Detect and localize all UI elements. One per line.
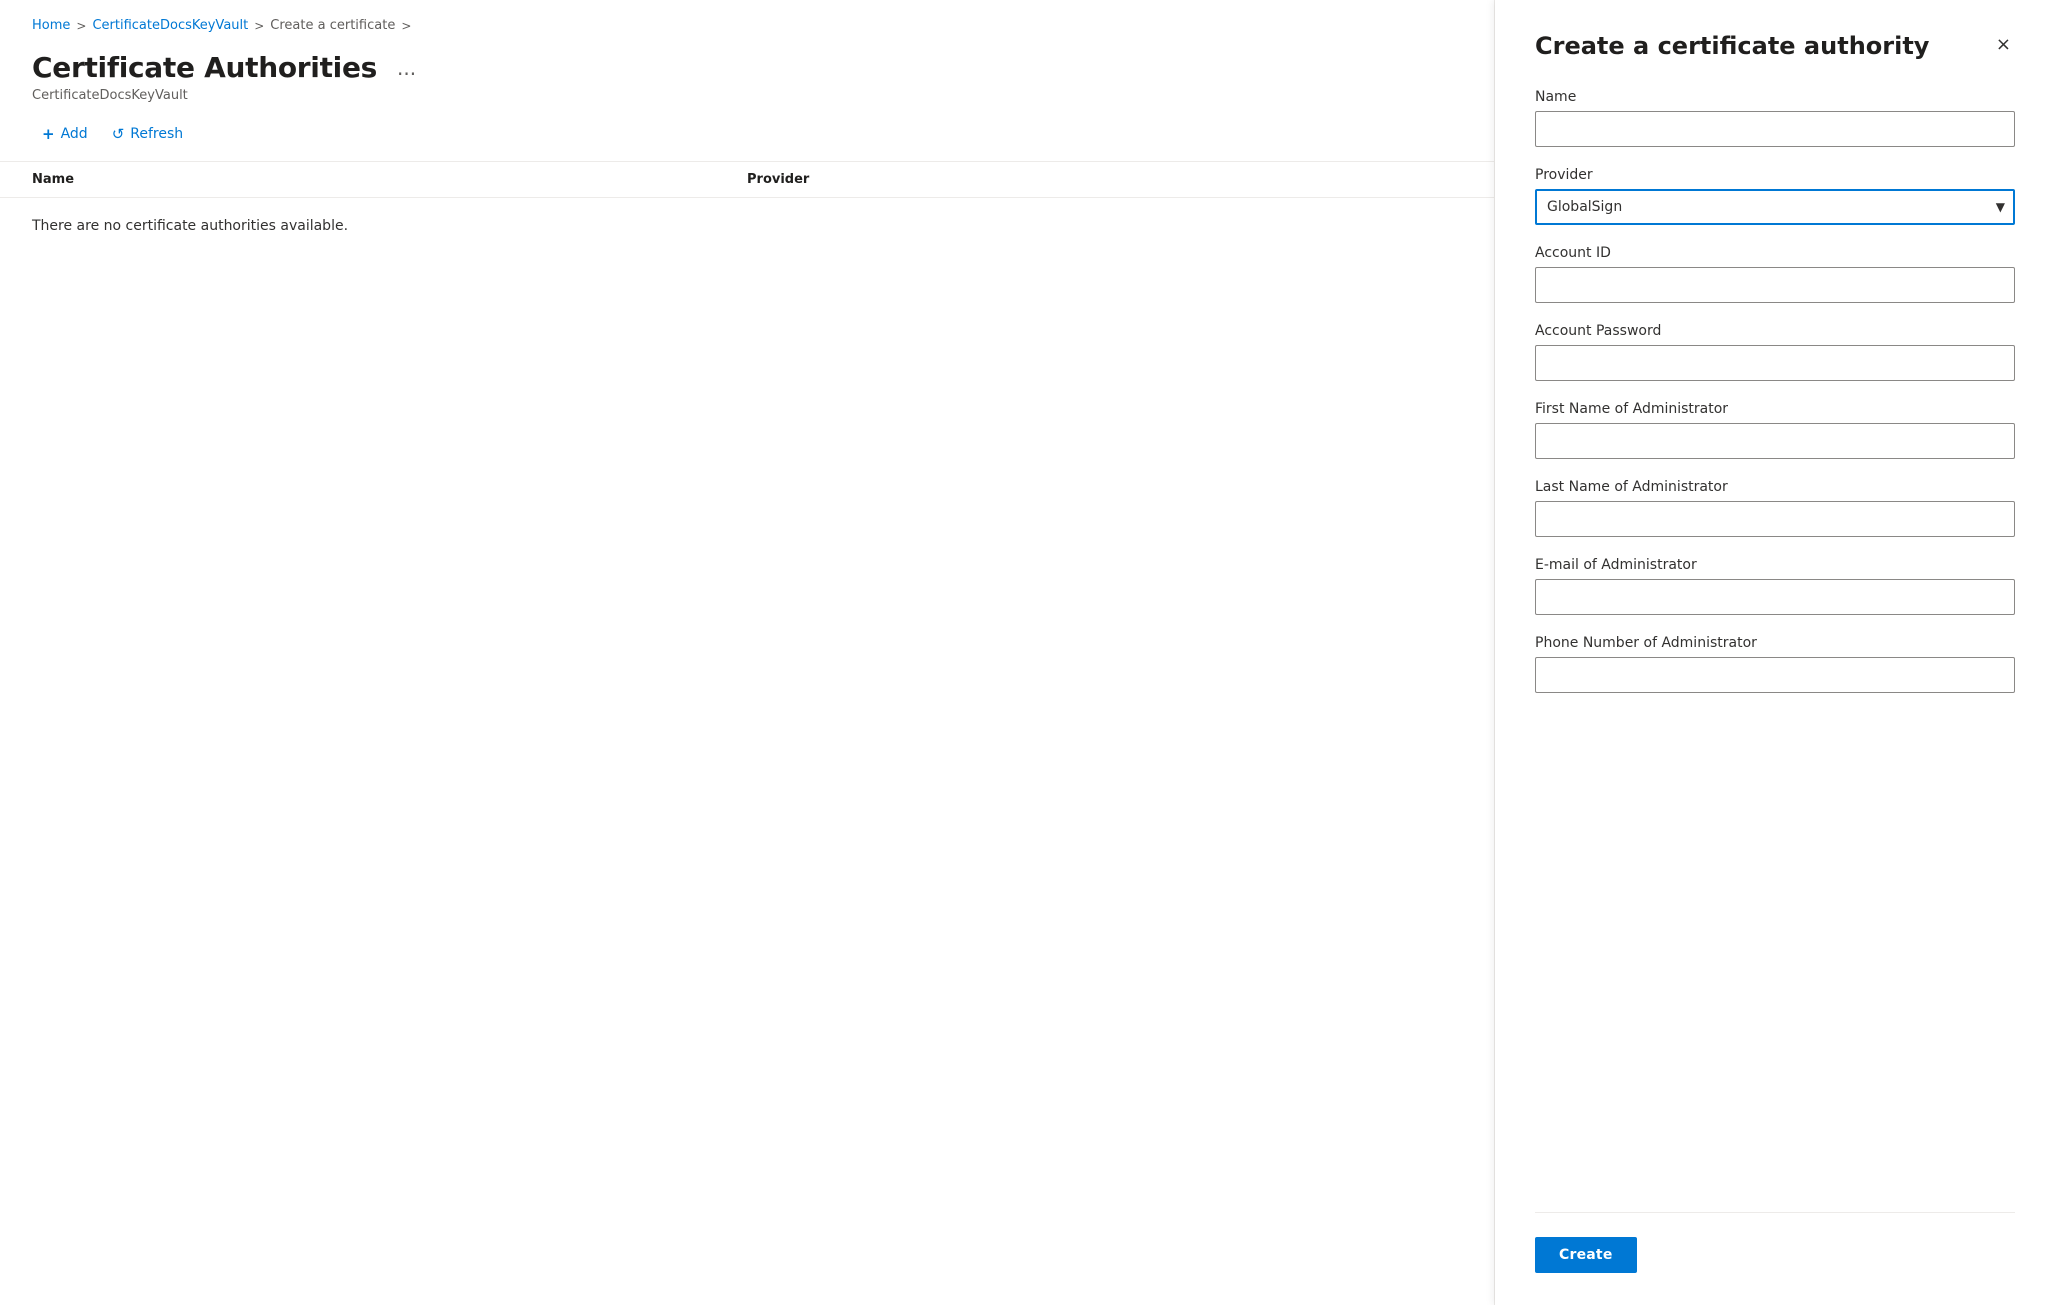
first-name-label: First Name of Administrator <box>1535 401 2015 417</box>
add-button[interactable]: + Add <box>32 119 98 149</box>
account-id-label: Account ID <box>1535 245 2015 261</box>
page-header: Certificate Authorities ... CertificateD… <box>0 43 1494 103</box>
column-provider-header: Provider <box>747 172 809 187</box>
column-name-header: Name <box>32 172 747 187</box>
first-name-input[interactable] <box>1535 423 2015 459</box>
phone-label: Phone Number of Administrator <box>1535 635 2015 651</box>
last-name-label: Last Name of Administrator <box>1535 479 2015 495</box>
account-id-input[interactable] <box>1535 267 2015 303</box>
provider-label: Provider <box>1535 167 2015 183</box>
last-name-input[interactable] <box>1535 501 2015 537</box>
email-input[interactable] <box>1535 579 2015 615</box>
create-button[interactable]: Create <box>1535 1237 1637 1273</box>
account-password-label: Account Password <box>1535 323 2015 339</box>
provider-field-group: Provider GlobalSign DigiCert ▼ <box>1535 167 2015 225</box>
name-label: Name <box>1535 89 2015 105</box>
side-panel: Create a certificate authority × Name Pr… <box>1495 0 2055 1305</box>
account-password-input[interactable] <box>1535 345 2015 381</box>
toolbar: + Add ↺ Refresh <box>0 103 1494 149</box>
breadcrumb-sep-2: > <box>254 19 264 33</box>
close-button[interactable]: × <box>1992 32 2015 58</box>
form-body: Name Provider GlobalSign DigiCert ▼ Acco… <box>1535 89 2015 1212</box>
empty-state-message: There are no certificate authorities ava… <box>0 198 1494 254</box>
side-panel-title: Create a certificate authority <box>1535 32 1992 61</box>
side-panel-header: Create a certificate authority × <box>1535 32 2015 61</box>
add-label: Add <box>61 126 88 142</box>
email-label: E-mail of Administrator <box>1535 557 2015 573</box>
breadcrumb-sep-1: > <box>76 19 86 33</box>
last-name-field-group: Last Name of Administrator <box>1535 479 2015 537</box>
side-panel-footer: Create <box>1535 1212 2015 1273</box>
account-id-field-group: Account ID <box>1535 245 2015 303</box>
name-field-group: Name <box>1535 89 2015 147</box>
table-header: Name Provider <box>0 162 1494 198</box>
name-input[interactable] <box>1535 111 2015 147</box>
breadcrumb-keyvault[interactable]: CertificateDocsKeyVault <box>92 18 248 33</box>
first-name-field-group: First Name of Administrator <box>1535 401 2015 459</box>
phone-input[interactable] <box>1535 657 2015 693</box>
breadcrumb: Home > CertificateDocsKeyVault > Create … <box>0 0 1494 43</box>
refresh-icon: ↺ <box>112 125 125 143</box>
email-field-group: E-mail of Administrator <box>1535 557 2015 615</box>
breadcrumb-sep-3: > <box>401 19 411 33</box>
page-subtitle: CertificateDocsKeyVault <box>32 88 1462 103</box>
breadcrumb-create-cert: Create a certificate <box>270 18 395 33</box>
refresh-button[interactable]: ↺ Refresh <box>102 119 193 149</box>
page-title: Certificate Authorities <box>32 51 377 84</box>
provider-select-wrapper: GlobalSign DigiCert ▼ <box>1535 189 2015 225</box>
breadcrumb-home[interactable]: Home <box>32 18 70 33</box>
more-options-button[interactable]: ... <box>389 52 424 84</box>
account-password-field-group: Account Password <box>1535 323 2015 381</box>
phone-field-group: Phone Number of Administrator <box>1535 635 2015 693</box>
refresh-label: Refresh <box>130 126 183 142</box>
provider-select[interactable]: GlobalSign DigiCert <box>1535 189 2015 225</box>
plus-icon: + <box>42 125 55 143</box>
